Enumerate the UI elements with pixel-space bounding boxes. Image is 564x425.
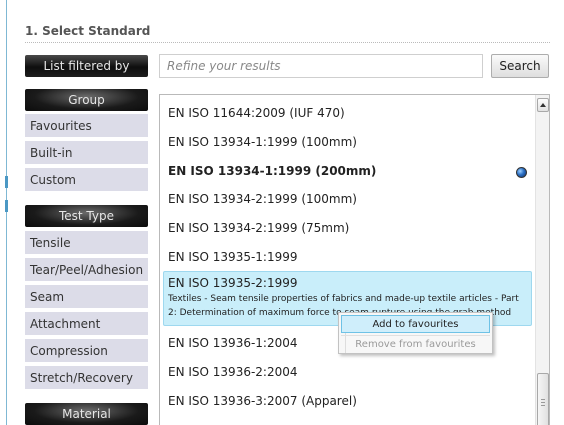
add-to-favourites-menu-item[interactable]: Add to favourites [341, 315, 490, 333]
list-item[interactable]: EN ISO 13934-1:1999 (100mm) [168, 132, 357, 152]
list-item[interactable]: EN ISO 13936-2:2004 [168, 362, 298, 382]
standards-list[interactable]: EN ISO 11644:2009 (IUF 470) EN ISO 13934… [159, 94, 550, 425]
grip-line [541, 405, 545, 406]
sidebar-item-custom[interactable]: Custom [25, 168, 148, 192]
sidebar-item-compression[interactable]: Compression [25, 339, 148, 363]
divider [25, 42, 550, 43]
scrollbar[interactable] [535, 95, 549, 425]
sidebar-item-attachment[interactable]: Attachment [25, 312, 148, 336]
search-input[interactable] [159, 54, 483, 78]
list-item[interactable]: EN ISO 13935-1:1999 [168, 247, 298, 267]
list-item[interactable]: EN ISO 13936-3:2007 (Apparel) [168, 391, 357, 411]
test-type-header: Test Type [25, 205, 148, 227]
filter-header: List filtered by [25, 55, 148, 77]
left-accent-line [6, 0, 7, 425]
search-button[interactable]: Search [491, 54, 549, 78]
list-item[interactable]: EN ISO 11644:2009 (IUF 470) [168, 103, 345, 123]
material-header: Material [25, 403, 148, 425]
scroll-thumb[interactable] [537, 373, 549, 425]
list-item[interactable]: EN ISO 13934-2:1999 (75mm) [168, 218, 349, 238]
left-accent-marker [5, 176, 8, 188]
selected-item-title: EN ISO 13935-2:1999 [168, 276, 298, 290]
remove-from-favourites-menu-item: Remove from favourites [341, 335, 490, 353]
sidebar-item-tensile[interactable]: Tensile [25, 231, 148, 255]
left-accent-marker [5, 200, 8, 212]
sidebar-item-favourites[interactable]: Favourites [25, 114, 148, 138]
sidebar-item-built-in[interactable]: Built-in [25, 141, 148, 165]
sidebar-item-seam[interactable]: Seam [25, 285, 148, 309]
section-title: 1. Select Standard [25, 24, 151, 38]
scroll-up-arrow-icon[interactable] [537, 98, 549, 112]
group-header: Group [25, 89, 148, 111]
globe-icon [516, 167, 527, 178]
list-item[interactable]: EN ISO 13934-1:1999 (200mm) [168, 161, 376, 181]
list-item[interactable]: EN ISO 13936-1:2004 [168, 333, 298, 353]
context-menu: Add to favourites Remove from favourites [338, 312, 493, 354]
sidebar-item-tear-peel-adhesion[interactable]: Tear/Peel/Adhesion [25, 258, 148, 282]
list-item[interactable]: EN ISO 13934-2:1999 (100mm) [168, 189, 357, 209]
grip-line [541, 399, 545, 400]
sidebar-item-stretch-recovery[interactable]: Stretch/Recovery [25, 366, 148, 390]
grip-line [541, 402, 545, 403]
